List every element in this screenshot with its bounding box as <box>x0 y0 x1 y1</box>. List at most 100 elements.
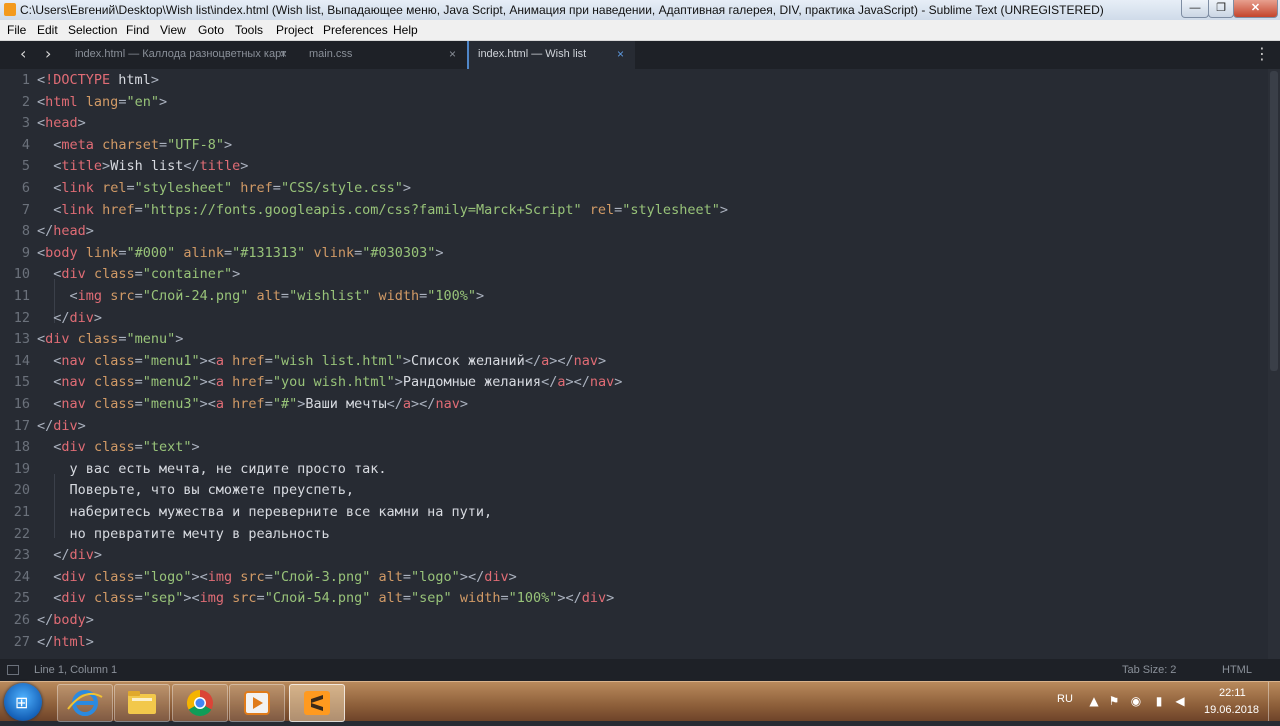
language-indicator[interactable]: RU <box>1057 693 1073 705</box>
line-number: 11 <box>13 288 30 304</box>
minimize-button[interactable]: — <box>1181 0 1209 18</box>
code-text: <div class="text"> <box>53 439 200 456</box>
code-text: <div class="menu"> <box>37 331 184 348</box>
tab-size-indicator[interactable]: Tab Size: 2 <box>1122 664 1176 676</box>
tab-list-menu-icon[interactable]: ⋮ <box>1254 44 1270 63</box>
menu-project[interactable]: Project <box>276 23 313 37</box>
line-number: 17 <box>13 417 30 434</box>
maximize-button[interactable]: ❐ <box>1208 0 1234 18</box>
line-number: 22 <box>13 525 30 542</box>
menu-view[interactable]: View <box>160 23 186 37</box>
line-number: 5 <box>21 158 30 175</box>
volume-icon[interactable]: ◀ <box>1173 694 1187 708</box>
menu-preferences[interactable]: Preferences <box>323 23 388 37</box>
line-number: 20 <box>13 482 30 499</box>
close-button[interactable]: ✕ <box>1233 0 1278 18</box>
tab-main-css[interactable]: main.css × <box>298 41 464 69</box>
start-button[interactable]: ⊞ <box>4 683 42 721</box>
taskbar-file-explorer[interactable] <box>114 684 170 722</box>
code-text: <img src="Слой-24.png" alt="wishlist" wi… <box>69 288 485 304</box>
menu-selection[interactable]: Selection <box>68 23 117 37</box>
code-text: <html lang="en"> <box>37 93 168 110</box>
menu-bar: File Edit Selection Find View Goto Tools… <box>0 20 1280 41</box>
code-text: у вас есть мечта, не сидите просто так. <box>37 460 387 477</box>
line-number: 1 <box>21 72 30 88</box>
line-number: 25 <box>13 590 30 607</box>
code-text: наберитесь мужества и переверните все ка… <box>37 504 493 520</box>
code-editor[interactable]: 1 <!DOCTYPE html> 2 <html lang="en"> 3 <head>… <box>0 69 1268 659</box>
menu-file[interactable]: File <box>7 23 26 37</box>
tray-app-icon[interactable]: ◉ <box>1129 694 1143 708</box>
code-text: </div> <box>53 547 103 564</box>
chrome-icon <box>186 689 213 717</box>
line-number: 7 <box>21 201 30 218</box>
code-text: <meta charset="UTF-8"> <box>53 136 233 153</box>
code-text: <div class="container"> <box>53 266 241 283</box>
line-number: 4 <box>21 136 30 153</box>
code-text: <head> <box>37 115 86 132</box>
show-desktop-button[interactable] <box>1268 682 1280 721</box>
line-number: 27 <box>13 633 30 650</box>
tab-close-icon[interactable]: × <box>617 47 624 61</box>
title-bar: C:\Users\Евгений\Desktop\Wish list\index… <box>0 0 1280 21</box>
scrollbar-thumb[interactable] <box>1270 71 1278 371</box>
network-signal-icon[interactable]: ▮ <box>1152 694 1166 708</box>
line-number: 23 <box>13 547 30 564</box>
tab-index-cards[interactable]: index.html — Каллода разноцветных карт × <box>68 41 294 69</box>
folder-icon <box>128 691 156 714</box>
cursor-position: Line 1, Column 1 <box>34 664 118 676</box>
line-number: 24 <box>13 568 30 585</box>
windows-logo-icon: ⊞ <box>15 693 29 712</box>
menu-tools[interactable]: Tools <box>235 23 263 37</box>
menu-goto[interactable]: Goto <box>198 23 224 37</box>
code-text: но превратите мечту в реальность <box>37 525 330 542</box>
panel-toggle-icon[interactable] <box>7 665 19 675</box>
chevron-up-icon[interactable]: ▲ <box>1087 694 1101 708</box>
code-text: </html> <box>37 633 94 650</box>
internet-explorer-icon <box>67 690 103 716</box>
sublime-app-icon <box>4 3 16 16</box>
clock-time[interactable]: 22:11 <box>1219 687 1246 699</box>
code-text: <nav class="menu1"><a href="wish list.ht… <box>53 352 607 369</box>
taskbar-internet-explorer[interactable] <box>57 684 113 722</box>
code-text: </head> <box>37 223 94 240</box>
line-number: 18 <box>13 439 30 456</box>
menu-find[interactable]: Find <box>126 23 149 37</box>
tab-label: index.html — Каллода разноцветных карт <box>75 48 286 60</box>
line-number: 26 <box>13 612 30 628</box>
tab-forward-button[interactable]: › <box>45 44 51 63</box>
tab-label: index.html — Wish list <box>478 48 587 60</box>
line-number: 16 <box>13 396 30 412</box>
tab-back-button[interactable]: ‹ <box>20 44 26 63</box>
line-number: 21 <box>13 504 30 520</box>
syntax-indicator[interactable]: HTML <box>1222 664 1252 676</box>
tab-label: main.css <box>309 48 353 60</box>
line-number: 2 <box>21 93 30 110</box>
line-number: 8 <box>21 223 30 240</box>
action-center-flag-icon[interactable]: ⚑ <box>1107 694 1121 708</box>
taskbar-chrome[interactable] <box>172 684 228 722</box>
code-text: <title>Wish list</title> <box>53 158 249 175</box>
code-text: </div> <box>37 417 86 434</box>
code-text: <div class="logo"><img src="Слой-3.png" … <box>53 568 517 585</box>
tab-index-wishlist[interactable]: index.html — Wish list × <box>467 41 635 69</box>
menu-help[interactable]: Help <box>393 23 418 37</box>
line-number: 13 <box>13 331 30 348</box>
window-title: C:\Users\Евгений\Desktop\Wish list\index… <box>20 3 1104 17</box>
code-text: <body link="#000" alink="#131313" vlink=… <box>37 244 444 261</box>
clock-date[interactable]: 19.06.2018 <box>1204 704 1259 716</box>
tab-close-icon[interactable]: × <box>449 47 456 61</box>
taskbar-media-player[interactable] <box>229 684 285 722</box>
sublime-text-icon <box>304 691 330 715</box>
taskbar-sublime-text[interactable] <box>289 684 345 722</box>
status-bar: Line 1, Column 1 Tab Size: 2 HTML <box>0 659 1280 681</box>
code-text: <link rel="stylesheet" href="CSS/style.c… <box>53 180 411 196</box>
menu-edit[interactable]: Edit <box>37 23 58 37</box>
code-text: <nav class="menu2"><a href="you wish.htm… <box>53 374 623 391</box>
editor-scrollbar[interactable] <box>1268 69 1280 659</box>
code-text: <!DOCTYPE html> <box>37 72 159 88</box>
line-number: 9 <box>21 244 30 261</box>
code-text: <nav class="menu3"><a href="#">Ваши мечт… <box>53 396 468 412</box>
tab-close-icon[interactable]: × <box>280 47 287 61</box>
tab-bar: ‹ › index.html — Каллода разноцветных ка… <box>0 41 1280 69</box>
